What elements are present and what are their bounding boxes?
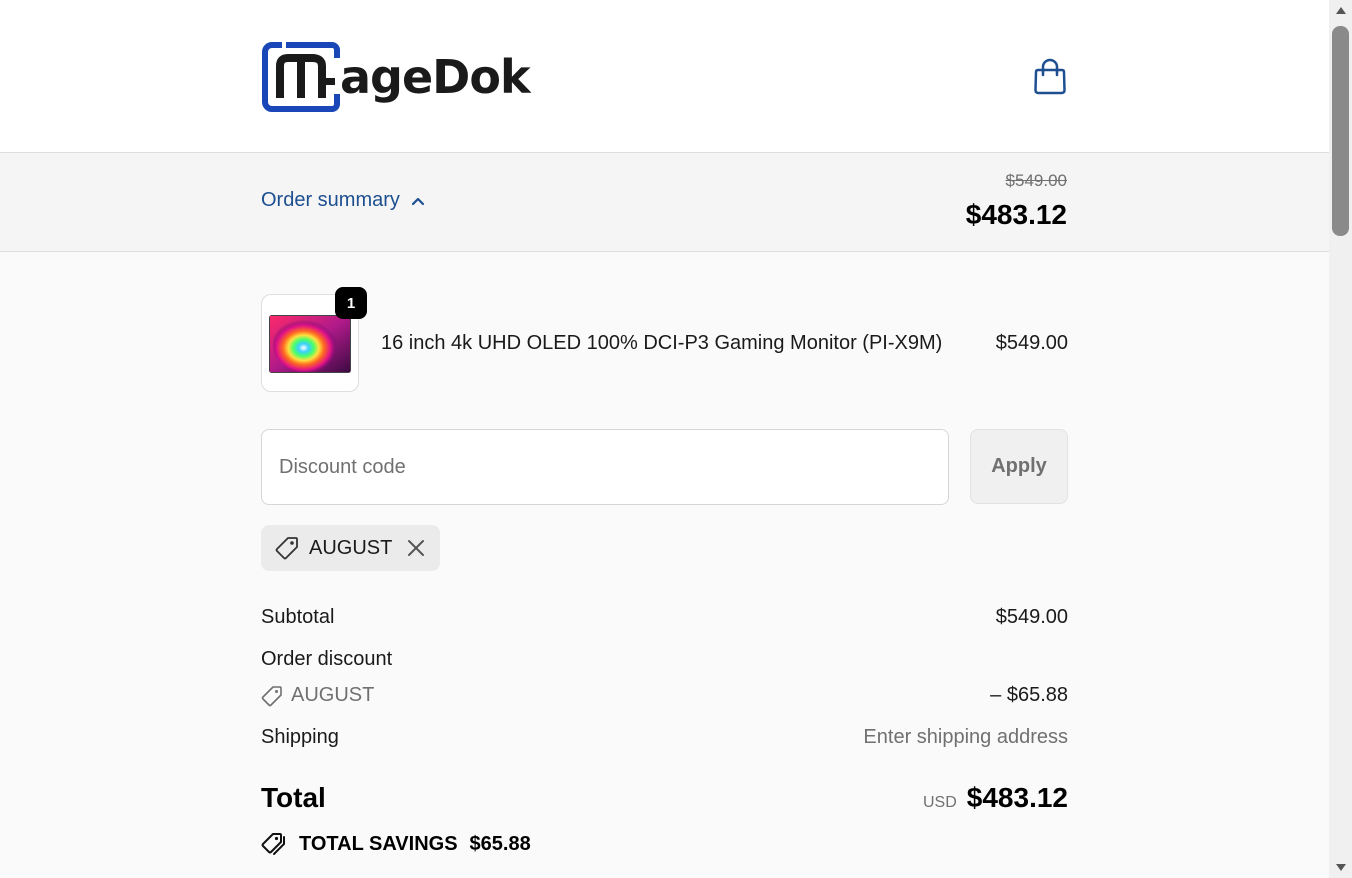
total-savings-value: $65.88 — [469, 832, 531, 855]
total-savings: TOTAL SAVINGS $65.88 — [261, 832, 531, 856]
discount-value: – $65.88 — [990, 684, 1068, 706]
subtotal-row: Subtotal $549.00 — [261, 606, 1068, 629]
logo-m-mark — [262, 42, 340, 112]
product-image — [269, 315, 351, 373]
summary-total-price: $483.12 — [965, 199, 1067, 230]
remove-discount-icon[interactable] — [406, 538, 426, 558]
discount-code-text: AUGUST — [291, 684, 375, 706]
order-summary-content: 1 16 inch 4k UHD OLED 100% DCI-P3 Gaming… — [0, 252, 1329, 878]
order-discount-row: Order discount — [261, 648, 1068, 671]
subtotal-label: Subtotal — [261, 606, 335, 628]
applied-discount-code: AUGUST — [309, 536, 393, 559]
scrollbar-thumb[interactable] — [1332, 26, 1349, 236]
total-row: Total USD $483.12 — [261, 782, 1068, 814]
applied-discount-chip: AUGUST — [261, 525, 441, 571]
currency-code: USD — [923, 794, 957, 811]
line-item: 1 16 inch 4k UHD OLED 100% DCI-P3 Gaming… — [261, 287, 1068, 392]
apply-discount-button[interactable]: Apply — [970, 429, 1068, 504]
tag-icon — [275, 537, 298, 560]
discount-code-label: AUGUST — [261, 684, 374, 707]
chevron-up-icon — [411, 197, 425, 205]
original-price: $549.00 — [1005, 171, 1067, 190]
discount-code-input[interactable] — [261, 429, 949, 505]
tag-icon — [261, 685, 282, 706]
total-label: Total — [261, 782, 326, 813]
total-amount-group: USD $483.12 — [923, 782, 1068, 814]
product-price: $549.00 — [995, 331, 1068, 354]
product-thumbnail: 1 — [261, 287, 367, 392]
total-amount: $483.12 — [966, 782, 1068, 813]
shipping-value: Enter shipping address — [863, 726, 1068, 748]
shopping-bag-icon — [1034, 58, 1066, 95]
order-summary-bar: Order summary $549.00 $483.12 — [0, 153, 1329, 252]
tags-icon — [261, 833, 285, 855]
product-name: 16 inch 4k UHD OLED 100% DCI-P3 Gaming M… — [381, 331, 943, 354]
order-discount-label: Order discount — [261, 648, 393, 670]
logo-wordmark: ageDok — [340, 50, 531, 104]
scroll-up-arrow[interactable] — [1329, 0, 1352, 20]
store-logo[interactable]: ageDok — [262, 40, 531, 114]
checkout-page: ageDok Order summary $549.00 $483.12 1 1… — [0, 0, 1352, 878]
order-summary-toggle[interactable]: Order summary — [261, 189, 426, 212]
scroll-down-arrow[interactable] — [1329, 858, 1352, 878]
cart-button[interactable] — [1032, 58, 1068, 96]
total-savings-label: TOTAL SAVINGS — [299, 832, 458, 855]
discount-code-row: AUGUST – $65.88 — [261, 684, 1068, 707]
shipping-label: Shipping — [261, 726, 339, 748]
page-viewport: ageDok Order summary $549.00 $483.12 1 1… — [0, 0, 1329, 878]
vertical-scrollbar[interactable] — [1329, 0, 1352, 878]
site-header: ageDok — [0, 0, 1329, 153]
shipping-row: Shipping Enter shipping address — [261, 726, 1068, 749]
subtotal-value: $549.00 — [995, 606, 1068, 628]
quantity-badge: 1 — [335, 287, 367, 319]
order-summary-label: Order summary — [261, 189, 400, 211]
